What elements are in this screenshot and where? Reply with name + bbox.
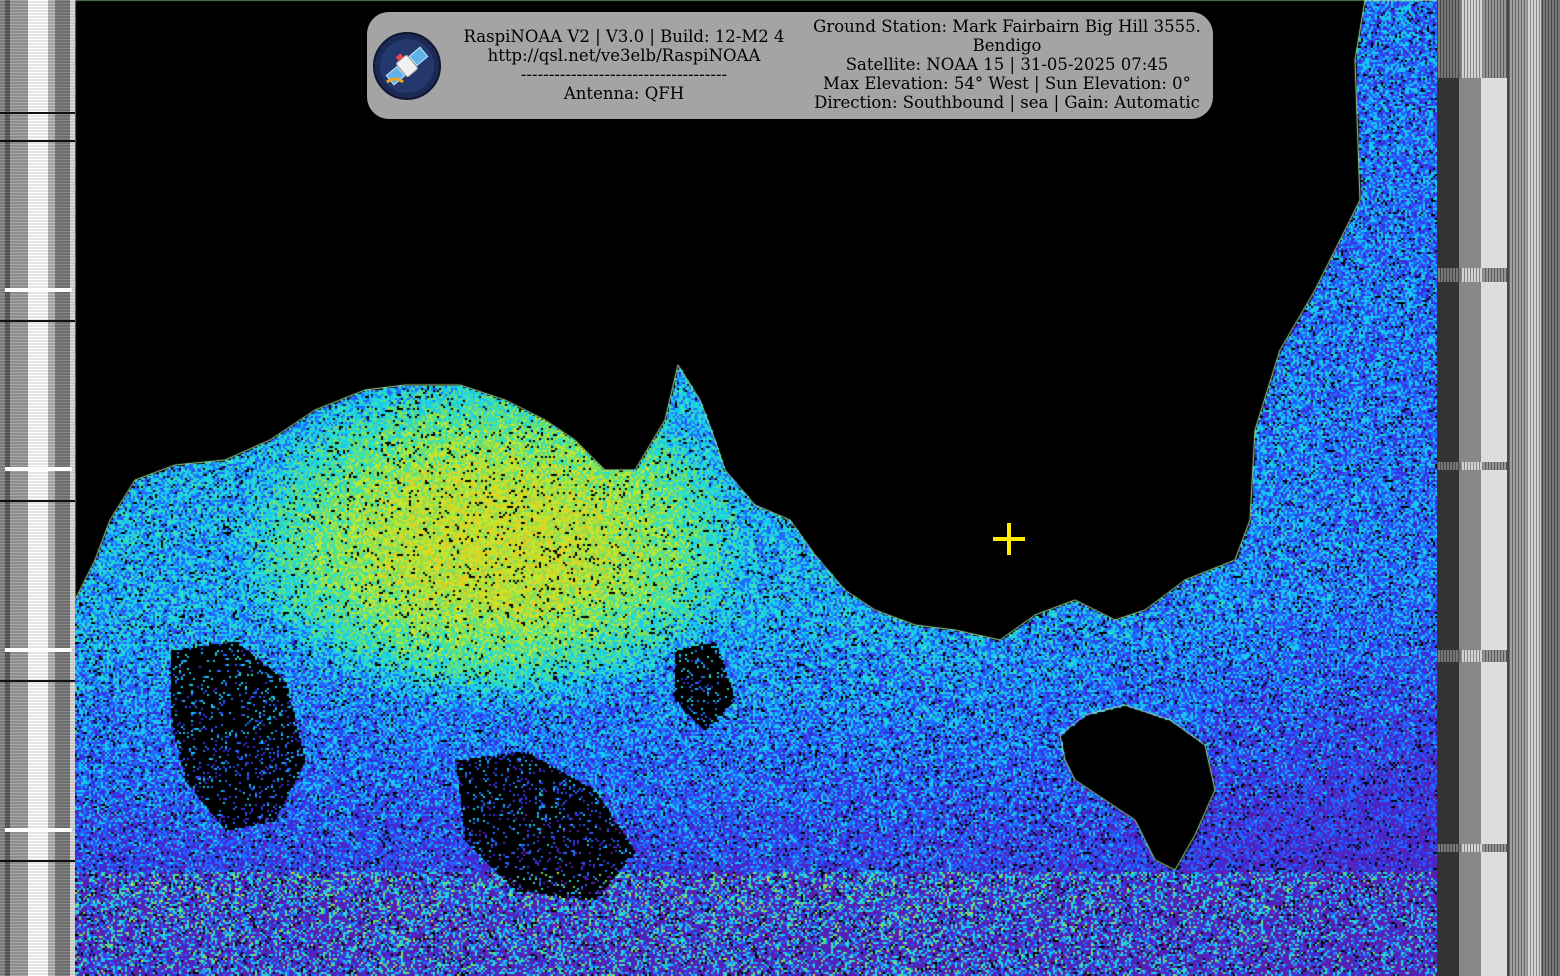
calibration-wedge	[1437, 852, 1507, 976]
sync-marker	[5, 288, 72, 292]
divider-dashes: -------------------------------------	[520, 65, 728, 84]
sync-marker	[5, 648, 72, 652]
calibration-wedge	[1437, 78, 1507, 268]
sync-marker	[0, 680, 75, 682]
software-version: RaspiNOAA V2 | V3.0 | Build: 12-M2 4	[463, 27, 785, 46]
satellite-icon	[373, 32, 441, 100]
antenna-type: Antenna: QFH	[563, 84, 685, 103]
sync-marker	[5, 828, 72, 832]
sync-marker	[0, 500, 75, 502]
info-banner: RaspiNOAA V2 | V3.0 | Build: 12-M2 4 htt…	[367, 12, 1213, 119]
sync-marker	[0, 320, 75, 322]
ground-station: Ground Station: Mark Fairbairn Big Hill …	[813, 17, 1201, 36]
satellite-imagery	[75, 0, 1437, 976]
pass-details: Ground Station: Mark Fairbairn Big Hill …	[805, 17, 1209, 112]
calibration-wedge	[1437, 662, 1507, 844]
sync-marker	[0, 140, 75, 142]
calibration-wedge	[1437, 470, 1507, 650]
satellite-datetime: Satellite: NOAA 15 | 31-05-2025 07:45	[845, 55, 1169, 74]
telemetry-strip-right	[1437, 0, 1560, 976]
project-url: http://qsl.net/ve3elb/RaspiNOAA	[487, 46, 761, 65]
direction-gain-info: Direction: Southbound | sea | Gain: Auto…	[814, 93, 1200, 112]
sync-marker	[0, 860, 75, 862]
noaa-image-view: RaspiNOAA V2 | V3.0 | Build: 12-M2 4 htt…	[0, 0, 1560, 976]
crosshair-icon	[993, 523, 1025, 555]
telemetry-strip-left	[0, 0, 75, 976]
calibration-wedge	[1437, 282, 1507, 462]
sync-marker	[0, 112, 75, 114]
sync-marker	[5, 467, 72, 471]
elevation-info: Max Elevation: 54° West | Sun Elevation:…	[823, 74, 1191, 93]
station-location: Bendigo	[972, 36, 1042, 55]
station-software-info: RaspiNOAA V2 | V3.0 | Build: 12-M2 4 htt…	[459, 27, 789, 103]
